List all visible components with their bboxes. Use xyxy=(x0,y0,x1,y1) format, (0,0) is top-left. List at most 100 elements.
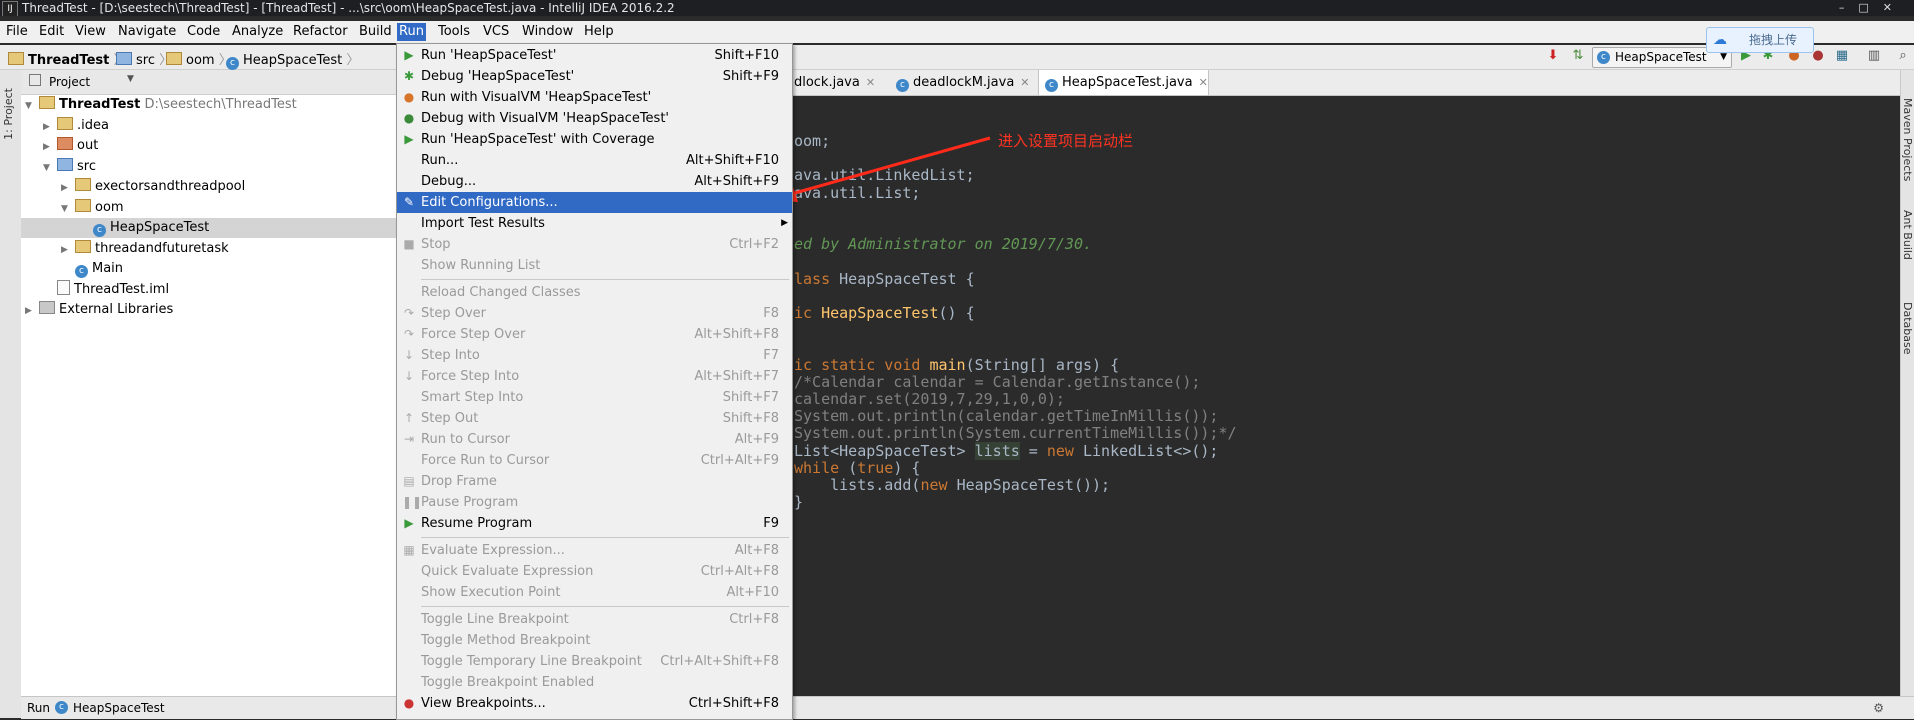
menu-code[interactable]: Code xyxy=(185,23,222,41)
chevron-right-icon[interactable]: ▶ xyxy=(43,137,57,157)
project-structure-icon[interactable]: ▥ xyxy=(1866,48,1882,64)
tree-item[interactable]: ▼ oom xyxy=(21,198,396,218)
menu-item-shortcut: Ctrl+Alt+F8 xyxy=(700,564,779,579)
menu-item-run[interactable]: Run... Alt+Shift+F10 xyxy=(397,150,792,171)
tree-item[interactable]: ▶ out xyxy=(21,136,396,156)
breadcrumb-oom[interactable]: oom 〉 xyxy=(166,49,232,68)
menu-item-edit-configurations[interactable]: ✎ Edit Configurations... xyxy=(397,192,792,213)
menu-item-run-heapspacetest-with-coverage[interactable]: ▶ Run 'HeapSpaceTest' with Coverage xyxy=(397,129,792,150)
menu-item-toggle-temporary-line-breakpoint[interactable]: Toggle Temporary Line Breakpoint Ctrl+Alt… xyxy=(397,651,792,672)
close-icon[interactable]: ✕ xyxy=(1199,76,1208,89)
menu-item-show-running-list[interactable]: Show Running List xyxy=(397,255,792,276)
menu-item-run-heapspacetest[interactable]: ▶ Run 'HeapSpaceTest' Shift+F10 xyxy=(397,45,792,66)
menu-item-debug[interactable]: Debug... Alt+Shift+F9 xyxy=(397,171,792,192)
run-menu: ▶ Run 'HeapSpaceTest' Shift+F10 ✱ Debug 'Hea… xyxy=(396,43,793,720)
menu-item-shortcut: Ctrl+F8 xyxy=(729,612,779,627)
folder-icon xyxy=(57,137,73,150)
menu-tools[interactable]: Tools xyxy=(436,23,472,41)
code-line: lass HeapSpaceTest { xyxy=(794,269,975,288)
menu-item-stop[interactable]: ■ Stop Ctrl+F2 xyxy=(397,234,792,255)
tree-item[interactable]: ▼ src xyxy=(21,157,396,177)
menu-item-toggle-line-breakpoint[interactable]: Toggle Line Breakpoint Ctrl+F8 xyxy=(397,609,792,630)
folder-icon xyxy=(75,178,91,191)
menu-item-shortcut: F9 xyxy=(763,516,779,531)
menu-item-debug-with-visualvm-heapspacetest[interactable]: ● Debug with VisualVM 'HeapSpaceTest' xyxy=(397,108,792,129)
breadcrumb-project[interactable]: ThreadTest 〉 xyxy=(8,49,127,68)
ant-build-tab[interactable]: Ant Build xyxy=(1901,210,1914,260)
menu-item-toggle-method-breakpoint[interactable]: Toggle Method Breakpoint xyxy=(397,630,792,651)
tree-item[interactable]: ▶ threadandfuturetask xyxy=(21,239,396,259)
menu-item-run-with-visualvm-heapspacetest[interactable]: ● Run with VisualVM 'HeapSpaceTest' xyxy=(397,87,792,108)
menu-window[interactable]: Window xyxy=(520,23,575,41)
menu-item-quick-evaluate-expression[interactable]: Quick Evaluate Expression Ctrl+Alt+F8 xyxy=(397,561,792,582)
tab-deadlockm[interactable]: c deadlockM.java ✕ xyxy=(890,70,1030,95)
menu-edit[interactable]: Edit xyxy=(37,23,66,41)
database-tab[interactable]: Database xyxy=(1901,302,1914,355)
tree-item[interactable]: c Main xyxy=(21,259,396,279)
menu-help[interactable]: Help xyxy=(582,23,616,41)
menu-item-pause-program[interactable]: ❚❚ Pause Program xyxy=(397,492,792,513)
window-controls[interactable]: –□✕ xyxy=(1839,0,1906,16)
project-view-dropdown[interactable]: Project xyxy=(49,75,90,89)
menu-item-step-out[interactable]: ↑ Step Out Shift+F8 xyxy=(397,408,792,429)
menu-navigate[interactable]: Navigate xyxy=(116,23,178,41)
chevron-right-icon[interactable]: ▶ xyxy=(61,178,75,198)
tree-item[interactable]: ▼ ThreadTest D:\seestech\ThreadTest xyxy=(21,95,396,115)
menu-item-view-breakpoints[interactable]: ● View Breakpoints... Ctrl+Shift+F8 xyxy=(397,693,792,714)
breadcrumb-class[interactable]: c HeapSpaceTest 〉 xyxy=(226,49,359,70)
project-tool-tab[interactable]: 1: Project xyxy=(2,88,15,140)
tab-deadlock[interactable]: adlock.java ✕ xyxy=(780,70,875,95)
close-icon[interactable]: ✕ xyxy=(1020,76,1029,89)
sort-icon[interactable]: ⇅ xyxy=(1570,48,1586,64)
menu-item-drop-frame[interactable]: ▤ Drop Frame xyxy=(397,471,792,492)
upload-button[interactable]: ☁ 拖拽上传 xyxy=(1706,27,1814,53)
tab-heapspacetest[interactable]: c HeapSpaceTest.java ✕ xyxy=(1038,70,1209,95)
chevron-right-icon[interactable]: ▶ xyxy=(61,240,75,260)
menu-build[interactable]: Build xyxy=(357,23,394,41)
maven-projects-tab[interactable]: Maven Projects xyxy=(1901,98,1914,181)
layout-icon[interactable]: ▦ xyxy=(1834,48,1850,64)
chevron-down-icon[interactable]: ▼ xyxy=(25,96,39,116)
menu-item-step-over[interactable]: ↷ Step Over F8 xyxy=(397,303,792,324)
menu-item-show-execution-point[interactable]: Show Execution Point Alt+F10 xyxy=(397,582,792,603)
menu-file[interactable]: File xyxy=(4,23,30,41)
menu-item-step-into[interactable]: ↓ Step Into F7 xyxy=(397,345,792,366)
tree-item[interactable]: ▶ .idea xyxy=(21,116,396,136)
menu-item-run-to-cursor[interactable]: ⇥ Run to Cursor Alt+F9 xyxy=(397,429,792,450)
close-icon[interactable]: ✕ xyxy=(866,76,875,89)
menu-item-evaluate-expression[interactable]: ▦ Evaluate Expression... Alt+F8 xyxy=(397,540,792,561)
menu-item-import-test-results[interactable]: Import Test Results ▶ xyxy=(397,213,792,234)
tree-item[interactable]: ▶ exectorsandthreadpool xyxy=(21,177,396,197)
folder-icon xyxy=(116,52,132,65)
chevron-down-icon[interactable]: ▼ xyxy=(127,74,134,84)
menu-run[interactable]: Run xyxy=(397,23,426,41)
class-icon: c xyxy=(226,57,239,70)
menu-vcs[interactable]: VCS xyxy=(481,23,511,41)
menu-item-label: Step Into xyxy=(421,348,480,363)
tree-item[interactable]: ThreadTest.iml xyxy=(21,279,396,300)
gear-icon[interactable]: ⚙ xyxy=(1873,697,1884,719)
chevron-right-icon[interactable]: ▶ xyxy=(43,117,57,137)
menu-item-reload-changed-classes[interactable]: Reload Changed Classes xyxy=(397,282,792,303)
menu-item-debug-heapspacetest[interactable]: ✱ Debug 'HeapSpaceTest' Shift+F9 xyxy=(397,66,792,87)
menu-view[interactable]: View xyxy=(73,23,108,41)
menu-item-force-step-over[interactable]: ↷ Force Step Over Alt+Shift+F8 xyxy=(397,324,792,345)
menu-item-smart-step-into[interactable]: Smart Step Into Shift+F7 xyxy=(397,387,792,408)
menu-item-shortcut: Alt+F8 xyxy=(734,543,779,558)
menu-item-label: Force Step Into xyxy=(421,369,520,384)
search-icon[interactable]: ⌕ xyxy=(1895,48,1911,64)
chevron-down-icon[interactable]: ▼ xyxy=(43,158,57,178)
menu-item-force-run-to-cursor[interactable]: Force Run to Cursor Ctrl+Alt+F9 xyxy=(397,450,792,471)
menu-refactor[interactable]: Refactor xyxy=(291,23,350,41)
menu-analyze[interactable]: Analyze xyxy=(230,23,285,41)
menu-item-force-step-into[interactable]: ↓ Force Step Into Alt+Shift+F7 xyxy=(397,366,792,387)
breadcrumb-src[interactable]: src 〉 xyxy=(116,49,172,68)
build-icon[interactable]: ⬇ xyxy=(1545,48,1561,64)
menu-item-resume-program[interactable]: ▶ Resume Program F9 xyxy=(397,513,792,534)
tree-item[interactable]: ▶ External Libraries xyxy=(21,300,396,320)
tree-item[interactable]: c HeapSpaceTest xyxy=(21,218,396,238)
menu-item-toggle-breakpoint-enabled[interactable]: Toggle Breakpoint Enabled xyxy=(397,672,792,693)
run-tool-label[interactable]: Run xyxy=(27,697,50,719)
chevron-right-icon[interactable]: ▶ xyxy=(25,301,39,321)
chevron-down-icon[interactable]: ▼ xyxy=(61,199,75,219)
